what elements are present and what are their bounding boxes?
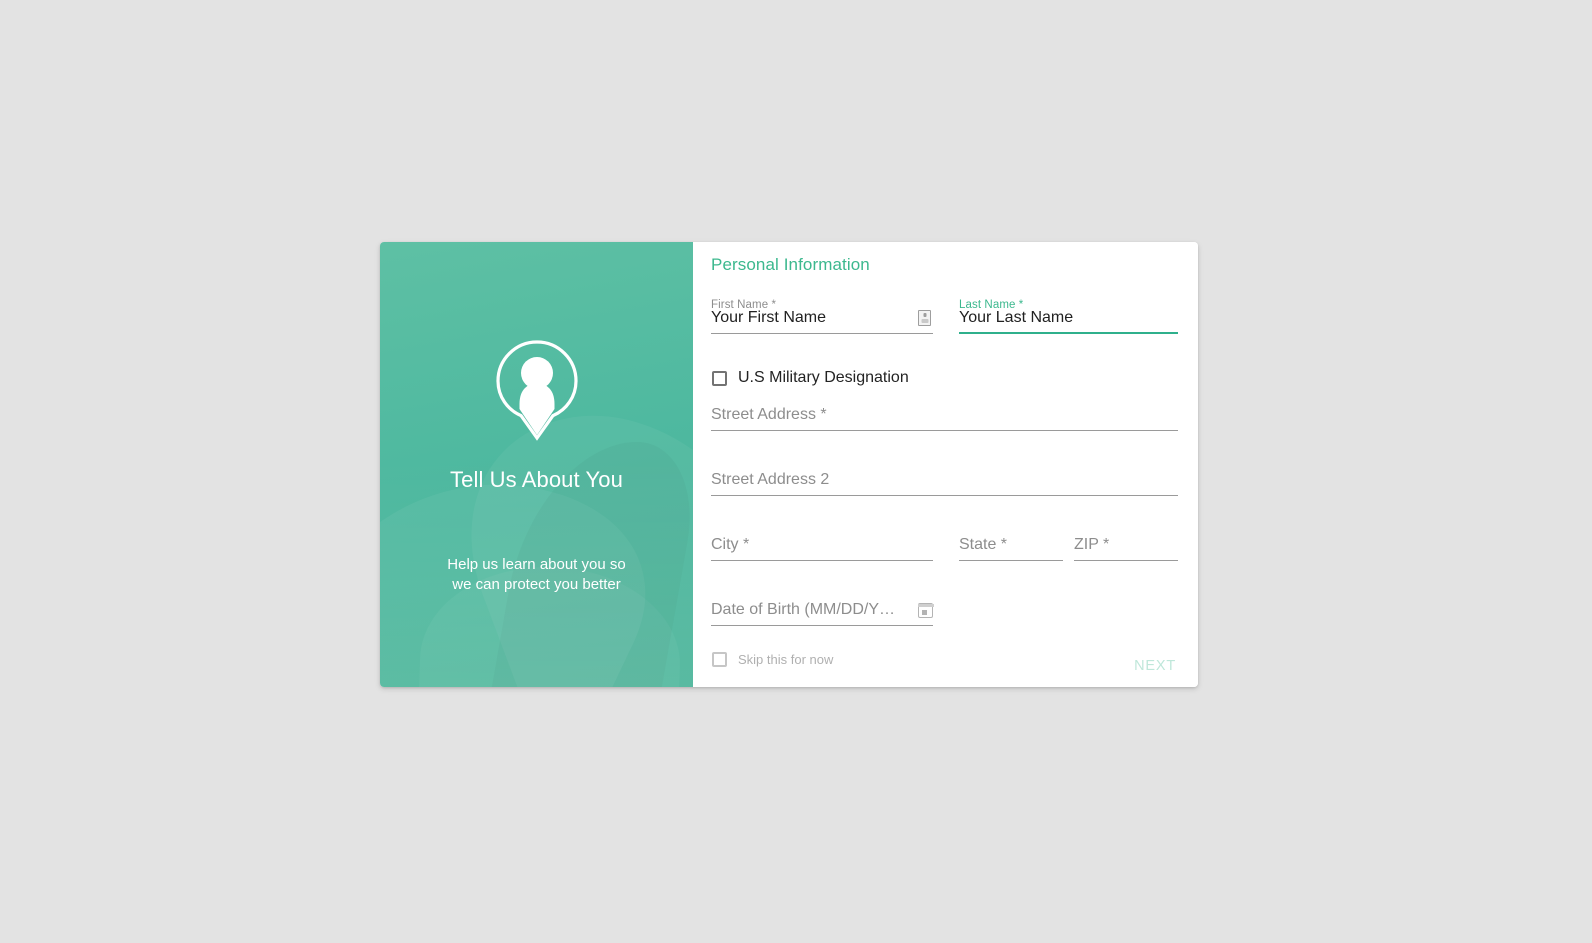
autofill-contact-icon[interactable] xyxy=(918,310,931,326)
city-field[interactable]: City * xyxy=(711,536,933,561)
first-name-underline xyxy=(711,333,933,334)
calendar-icon[interactable] xyxy=(917,603,934,618)
city-placeholder: City * xyxy=(711,536,750,553)
date-of-birth-underline xyxy=(711,625,933,626)
person-pin-icon xyxy=(493,338,581,447)
skip-checkbox-row[interactable]: Skip this for now xyxy=(712,652,833,667)
last-name-underline xyxy=(959,332,1178,334)
zip-underline xyxy=(1074,560,1178,561)
first-name-value: Your First Name xyxy=(711,309,826,326)
military-designation-label: U.S Military Designation xyxy=(738,369,909,386)
hero-background-texture xyxy=(380,242,693,687)
military-designation-checkbox[interactable] xyxy=(712,370,727,386)
onboarding-card: Tell Us About You Help us learn about yo… xyxy=(380,242,1198,687)
last-name-field[interactable]: Last Name * Your Last Name xyxy=(959,299,1178,334)
form-panel: Personal Information First Name * Your F… xyxy=(693,242,1198,687)
street-address-2-underline xyxy=(711,495,1178,496)
street-address-2-field[interactable]: Street Address 2 xyxy=(711,471,1178,496)
street-address-field[interactable]: Street Address * xyxy=(711,406,1178,431)
hero-subtitle: Help us learn about you so we can protec… xyxy=(447,556,626,593)
state-underline xyxy=(959,560,1063,561)
date-of-birth-field[interactable]: Date of Birth (MM/DD/YY… xyxy=(711,601,934,626)
first-name-field[interactable]: First Name * Your First Name xyxy=(711,299,933,334)
skip-checkbox[interactable] xyxy=(712,652,727,667)
state-placeholder: State * xyxy=(959,536,1008,553)
hero-title: Tell Us About You xyxy=(450,467,623,492)
last-name-value: Your Last Name xyxy=(959,309,1074,326)
street-address-2-placeholder: Street Address 2 xyxy=(711,471,830,488)
skip-label: Skip this for now xyxy=(738,652,834,667)
hero-panel: Tell Us About You Help us learn about yo… xyxy=(380,242,693,687)
city-underline xyxy=(711,560,933,561)
date-of-birth-placeholder: Date of Birth (MM/DD/YY… xyxy=(711,601,903,618)
zip-field[interactable]: ZIP * xyxy=(1074,536,1178,561)
state-field[interactable]: State * xyxy=(959,536,1063,561)
street-address-placeholder: Street Address * xyxy=(711,406,827,423)
next-button[interactable]: NEXT xyxy=(1128,654,1182,678)
page-title: Personal Information xyxy=(711,255,870,274)
zip-placeholder: ZIP * xyxy=(1074,536,1110,553)
military-designation-checkbox-row[interactable]: U.S Military Designation xyxy=(712,369,909,387)
street-address-underline xyxy=(711,430,1178,431)
